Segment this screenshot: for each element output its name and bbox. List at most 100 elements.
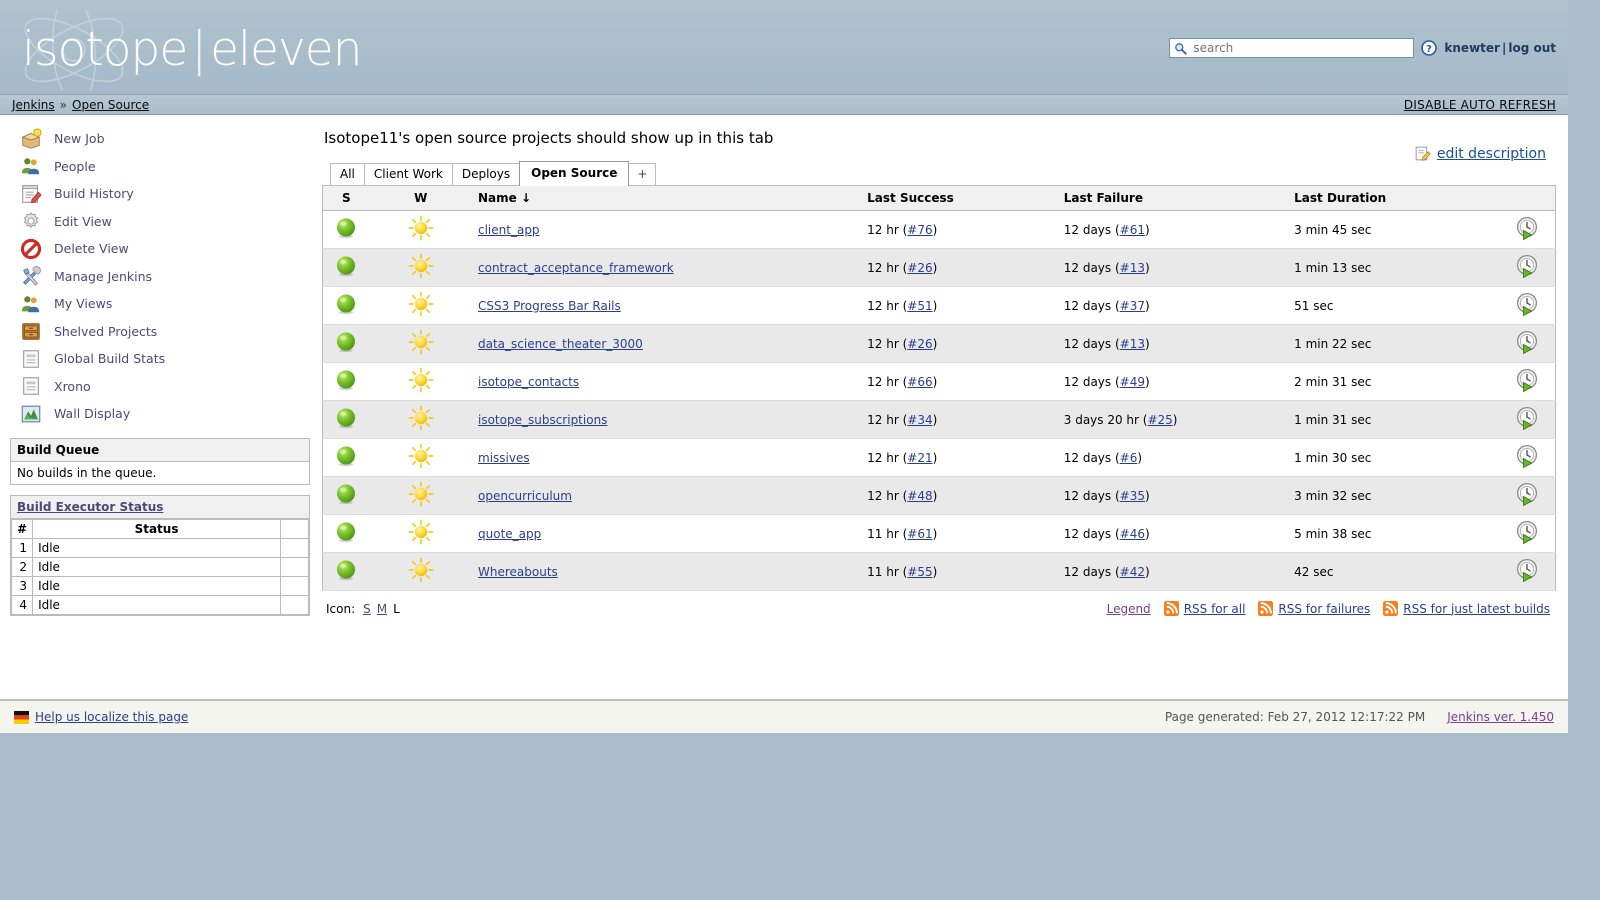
sidebar-item-label[interactable]: Delete View bbox=[54, 241, 129, 256]
last-success-build-link[interactable]: #34 bbox=[907, 413, 932, 427]
last-success-build[interactable]: #55 bbox=[907, 565, 932, 579]
icon-size-medium[interactable]: M bbox=[377, 602, 387, 616]
last-failure-build[interactable]: #42 bbox=[1120, 565, 1145, 579]
job-build-now-cell[interactable] bbox=[1498, 514, 1556, 553]
last-failure-build-link[interactable]: #25 bbox=[1147, 413, 1172, 427]
last-failure-build-link[interactable]: #42 bbox=[1120, 565, 1145, 579]
last-success-build[interactable]: #76 bbox=[907, 223, 932, 237]
localize-link[interactable]: Help us localize this page bbox=[35, 710, 188, 724]
rss-latest-link[interactable]: RSS for just latest builds bbox=[1403, 602, 1550, 616]
site-logo[interactable]: isotope|eleven bbox=[12, 10, 363, 90]
user-name-link[interactable]: knewter bbox=[1444, 41, 1500, 55]
tab-all[interactable]: All bbox=[330, 163, 365, 185]
tab-client-work[interactable]: Client Work bbox=[363, 163, 453, 185]
last-success-build[interactable]: #51 bbox=[907, 299, 932, 313]
breadcrumb-current[interactable]: Open Source bbox=[72, 98, 149, 112]
job-weather-cell[interactable] bbox=[369, 248, 472, 287]
last-failure-build-link[interactable]: #35 bbox=[1120, 489, 1145, 503]
job-status-cell[interactable] bbox=[322, 400, 370, 439]
executor-action[interactable] bbox=[280, 556, 309, 577]
rss-failures-link[interactable]: RSS for failures bbox=[1278, 602, 1370, 616]
job-name-link[interactable]: opencurriculum bbox=[478, 489, 572, 503]
last-success-build[interactable]: #66 bbox=[907, 375, 932, 389]
sidebar-item-label[interactable]: People bbox=[54, 159, 96, 174]
job-build-now-cell[interactable] bbox=[1498, 362, 1556, 401]
last-failure-build[interactable]: #37 bbox=[1120, 299, 1145, 313]
last-success-build-link[interactable]: #48 bbox=[907, 489, 932, 503]
sidebar-item-label[interactable]: New Job bbox=[54, 131, 105, 146]
rss-all-link[interactable]: RSS for all bbox=[1184, 602, 1246, 616]
job-weather-cell[interactable] bbox=[369, 552, 472, 591]
sidebar-item-build-history[interactable]: Build History bbox=[10, 180, 310, 208]
job-name-link[interactable]: quote_app bbox=[478, 527, 541, 541]
job-weather-cell[interactable] bbox=[369, 362, 472, 401]
last-success-build[interactable]: #61 bbox=[907, 527, 932, 541]
job-status-cell[interactable] bbox=[322, 210, 370, 249]
question-circle-icon[interactable]: ? bbox=[1421, 40, 1438, 56]
last-success-build[interactable]: #34 bbox=[907, 413, 932, 427]
last-failure-build[interactable]: #35 bbox=[1120, 489, 1145, 503]
sidebar-item-manage-jenkins[interactable]: Manage Jenkins bbox=[10, 263, 310, 291]
sidebar-item-label[interactable]: Global Build Stats bbox=[54, 351, 165, 366]
last-failure-build[interactable]: #61 bbox=[1120, 223, 1145, 237]
col-weather[interactable]: W bbox=[369, 185, 472, 211]
sidebar-item-my-views[interactable]: My Views bbox=[10, 290, 310, 318]
job-status-cell[interactable] bbox=[322, 362, 370, 401]
rss-failures[interactable]: RSS for failures bbox=[1258, 601, 1370, 616]
last-failure-build-link[interactable]: #46 bbox=[1120, 527, 1145, 541]
build-executor-title-link[interactable]: Build Executor Status bbox=[17, 500, 163, 514]
last-failure-build-link[interactable]: #49 bbox=[1120, 375, 1145, 389]
rss-all[interactable]: RSS for all bbox=[1163, 601, 1246, 616]
job-name-link[interactable]: data_science_theater_3000 bbox=[478, 337, 643, 351]
last-failure-build-link[interactable]: #13 bbox=[1120, 261, 1145, 275]
last-failure-build[interactable]: #46 bbox=[1120, 527, 1145, 541]
job-status-cell[interactable] bbox=[322, 476, 370, 515]
icon-size-small[interactable]: S bbox=[363, 602, 371, 616]
col-name[interactable]: Name ↓ bbox=[472, 185, 862, 211]
last-success-build-link[interactable]: #66 bbox=[907, 375, 932, 389]
job-name-link[interactable]: CSS3 Progress Bar Rails bbox=[478, 299, 621, 313]
job-name-link[interactable]: contract_acceptance_framework bbox=[478, 261, 674, 275]
job-weather-cell[interactable] bbox=[369, 476, 472, 515]
job-weather-cell[interactable] bbox=[369, 286, 472, 325]
job-build-now-cell[interactable] bbox=[1498, 286, 1556, 325]
job-status-cell[interactable] bbox=[322, 248, 370, 287]
last-failure-build-link[interactable]: #37 bbox=[1120, 299, 1145, 313]
sidebar-item-xrono[interactable]: Xrono bbox=[10, 373, 310, 401]
job-build-now-cell[interactable] bbox=[1498, 438, 1556, 477]
sidebar-item-wall-display[interactable]: Wall Display bbox=[10, 400, 310, 428]
last-failure-build[interactable]: #13 bbox=[1120, 337, 1145, 351]
legend-link-wrap[interactable]: Legend bbox=[1107, 602, 1151, 616]
sidebar-item-label[interactable]: Edit View bbox=[54, 214, 112, 229]
job-status-cell[interactable] bbox=[322, 324, 370, 363]
job-weather-cell[interactable] bbox=[369, 514, 472, 553]
job-weather-cell[interactable] bbox=[369, 324, 472, 363]
last-success-build-link[interactable]: #55 bbox=[907, 565, 932, 579]
sidebar-item-label[interactable]: Build History bbox=[54, 186, 134, 201]
localize-group[interactable]: Help us localize this page bbox=[14, 710, 188, 724]
auto-refresh-toggle[interactable]: DISABLE AUTO REFRESH bbox=[1404, 98, 1556, 112]
last-failure-build[interactable]: #25 bbox=[1147, 413, 1172, 427]
sidebar-item-shelved-projects[interactable]: Shelved Projects bbox=[10, 318, 310, 346]
search-input[interactable] bbox=[1191, 40, 1410, 56]
last-success-build[interactable]: #48 bbox=[907, 489, 932, 503]
tab-open-source[interactable]: Open Source bbox=[519, 161, 630, 186]
last-failure-build-link[interactable]: #6 bbox=[1120, 451, 1138, 465]
job-build-now-cell[interactable] bbox=[1498, 476, 1556, 515]
job-weather-cell[interactable] bbox=[369, 210, 472, 249]
job-name-link[interactable]: missives bbox=[478, 451, 530, 465]
job-weather-cell[interactable] bbox=[369, 438, 472, 477]
logout-link[interactable]: log out bbox=[1508, 41, 1556, 55]
last-failure-build[interactable]: #13 bbox=[1120, 261, 1145, 275]
breadcrumb-root[interactable]: Jenkins bbox=[12, 98, 55, 112]
last-success-build[interactable]: #26 bbox=[907, 337, 932, 351]
executor-action[interactable] bbox=[280, 594, 309, 615]
jenkins-version-link[interactable]: Jenkins ver. 1.450 bbox=[1447, 710, 1554, 724]
last-success-build[interactable]: #21 bbox=[907, 451, 932, 465]
executor-action[interactable] bbox=[280, 575, 309, 596]
sidebar-item-global-build-stats[interactable]: Global Build Stats bbox=[10, 345, 310, 373]
job-build-now-cell[interactable] bbox=[1498, 324, 1556, 363]
sidebar-item-label[interactable]: Manage Jenkins bbox=[54, 269, 152, 284]
job-name-link[interactable]: Whereabouts bbox=[478, 565, 558, 579]
job-status-cell[interactable] bbox=[322, 286, 370, 325]
